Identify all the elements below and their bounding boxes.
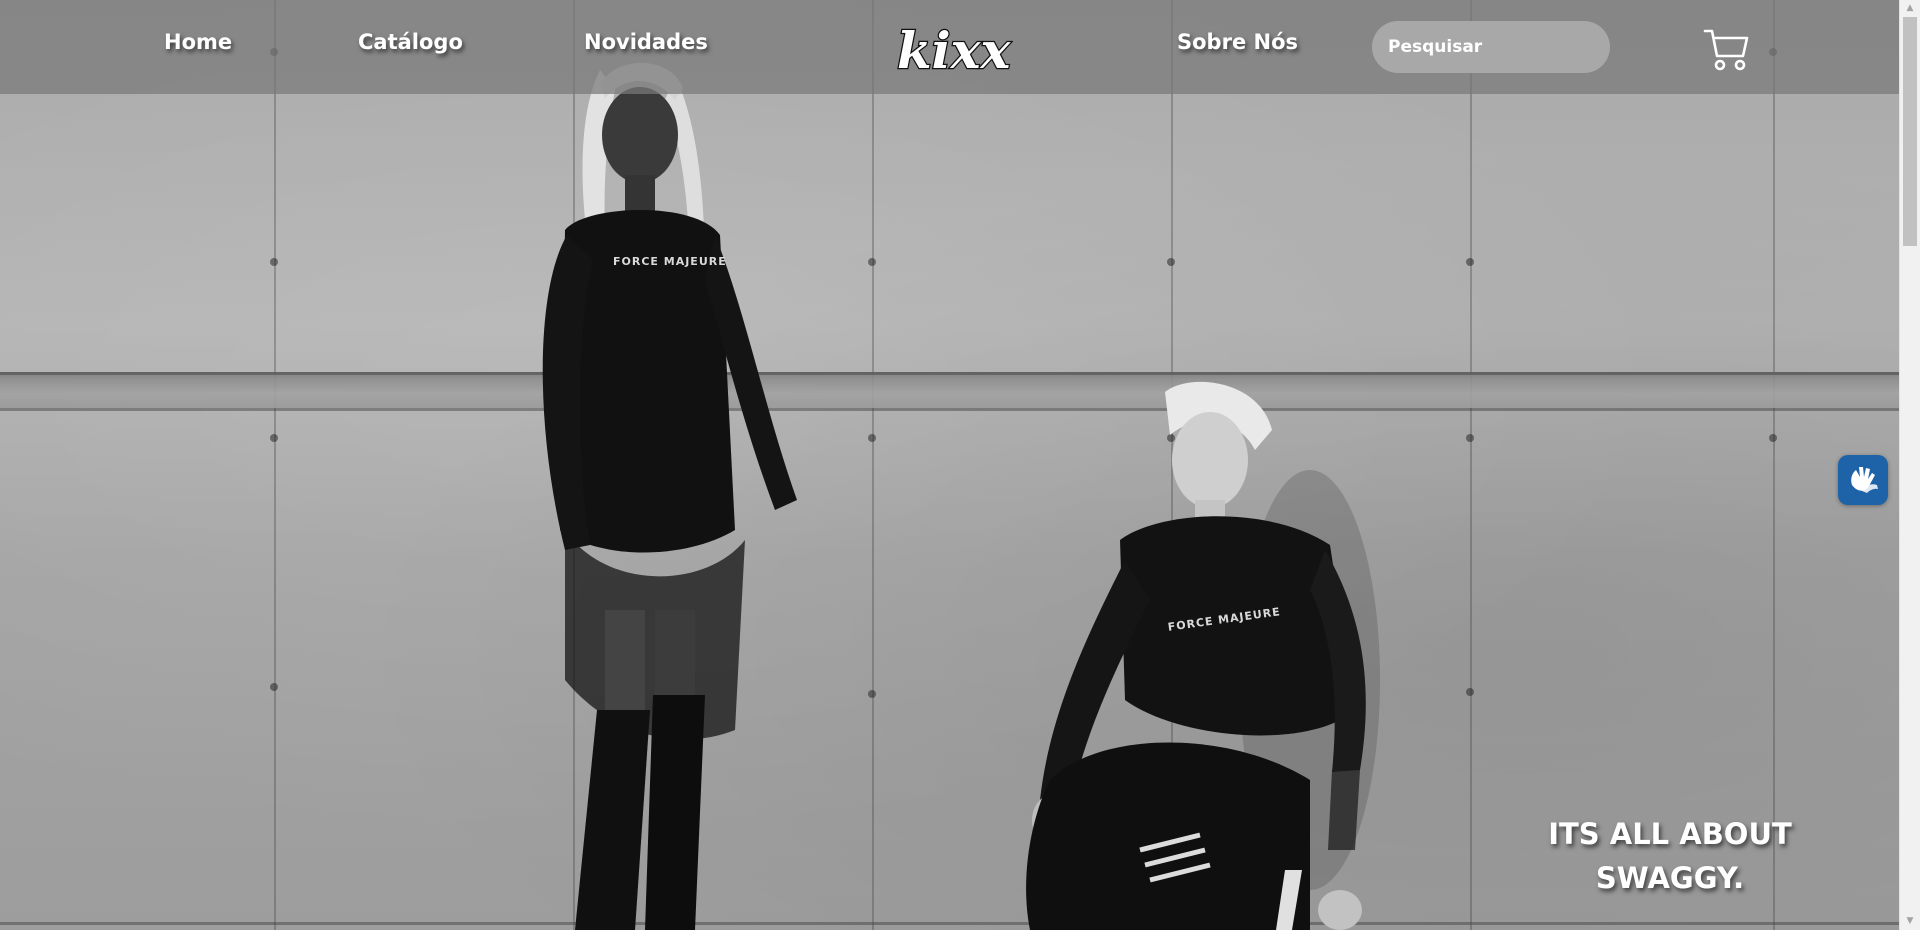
- nav-link-sobre-nos[interactable]: Sobre Nós: [1177, 30, 1298, 54]
- model-crouching: FORCE MAJEURE: [1026, 381, 1380, 930]
- model-standing: FORCE MAJEURE: [542, 62, 797, 930]
- nav-link-novidades[interactable]: Novidades: [584, 30, 708, 54]
- tie-hole: [1466, 688, 1474, 696]
- wall-ledge: [0, 372, 1899, 408]
- tie-hole: [1167, 258, 1175, 266]
- tie-hole: [868, 258, 876, 266]
- page: FORCE MAJEURE FORCE MAJEURE Home Catálog…: [0, 0, 1920, 930]
- wall-seam-horizontal: [0, 372, 1899, 375]
- nav-link-home[interactable]: Home: [164, 30, 232, 54]
- tie-hole: [868, 690, 876, 698]
- wall-seam-horizontal: [0, 408, 1899, 411]
- wall-seam: [872, 0, 874, 930]
- brand-logo[interactable]: kixx: [893, 20, 1013, 78]
- tagline-line-1: ITS ALL ABOUT: [1548, 817, 1792, 851]
- scroll-up-arrow-icon[interactable]: ▲: [1900, 0, 1920, 17]
- tie-hole: [1466, 258, 1474, 266]
- top-navbar: Home Catálogo Novidades kixx Sobre Nós: [0, 0, 1899, 94]
- shirt-print-text: FORCE MAJEURE: [613, 255, 727, 268]
- tie-hole: [270, 434, 278, 442]
- shopping-cart-icon[interactable]: [1703, 26, 1749, 72]
- wall-seam: [1773, 0, 1775, 930]
- nav-link-catalogo[interactable]: Catálogo: [358, 30, 463, 54]
- wall-seam: [274, 0, 276, 930]
- tie-hole: [1769, 434, 1777, 442]
- brand-logo-text: kixx: [897, 21, 1011, 78]
- scroll-down-arrow-icon[interactable]: ▼: [1900, 913, 1920, 930]
- hero-tagline: ITS ALL ABOUT SWAGGY.: [1540, 812, 1800, 900]
- page-scrollbar[interactable]: ▲ ▼: [1899, 0, 1920, 930]
- tie-hole: [270, 258, 278, 266]
- tie-hole: [868, 434, 876, 442]
- wall-seam-horizontal: [0, 922, 1899, 925]
- hero-photo: FORCE MAJEURE FORCE MAJEURE: [0, 0, 1899, 930]
- tie-hole: [270, 683, 278, 691]
- sign-language-hands-icon: [1851, 467, 1878, 493]
- search-input[interactable]: [1372, 21, 1610, 73]
- accessibility-button[interactable]: [1838, 455, 1888, 505]
- wall-seam: [1470, 0, 1472, 930]
- scroll-thumb[interactable]: [1903, 17, 1917, 246]
- tagline-line-2: SWAGGY.: [1595, 861, 1745, 895]
- tie-hole: [1466, 434, 1474, 442]
